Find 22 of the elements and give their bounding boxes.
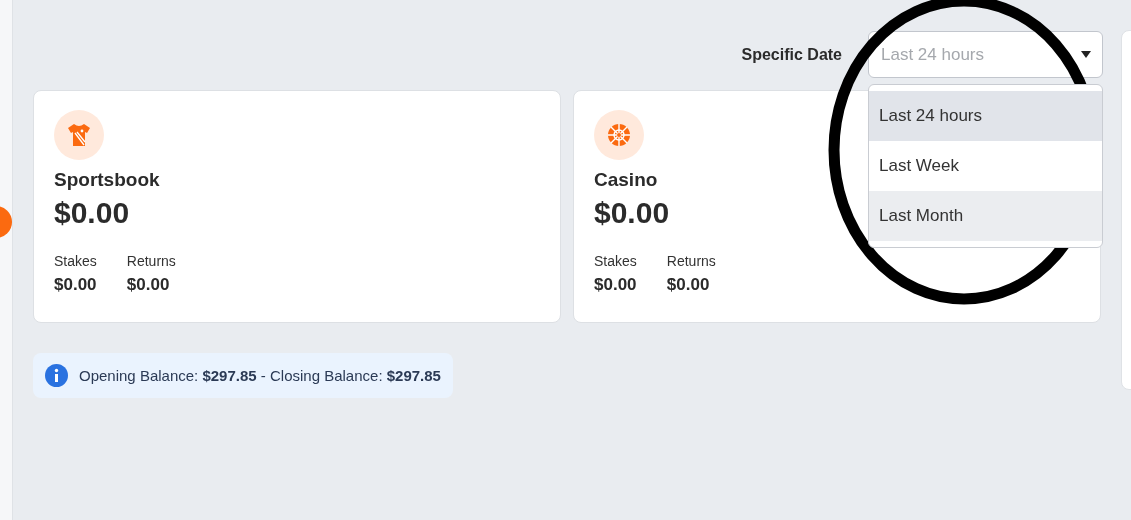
shirt-icon (66, 122, 92, 148)
dropdown-option[interactable]: Last 24 hours (869, 91, 1102, 141)
stat-label: Stakes (594, 253, 637, 269)
date-select[interactable]: Last 24 hours (868, 31, 1103, 78)
info-icon (45, 364, 68, 387)
card-title: Casino (594, 169, 658, 191)
balance-note: Opening Balance: $297.85 - Closing Balance: $297.85 (79, 367, 441, 384)
stat-value: $0.00 (666, 275, 711, 295)
stat-label: Stakes (54, 253, 97, 269)
dropdown-option[interactable]: Last Month (869, 191, 1102, 241)
caret-icon (1081, 51, 1091, 58)
wheel-icon (606, 122, 632, 148)
filter-label: Specific Date (741, 45, 842, 64)
stat-label: Returns (666, 253, 716, 269)
stat-value: $0.00 (594, 275, 637, 295)
total-amount: $0.00 (54, 196, 130, 230)
stat-label: Returns (126, 253, 176, 269)
total-amount: $0.00 (594, 196, 670, 230)
dropdown-option[interactable]: Last Week (869, 141, 1102, 191)
stat-value: $0.00 (126, 275, 171, 295)
card-title: Sportsbook (54, 169, 160, 191)
stat-value: $0.00 (54, 275, 97, 295)
